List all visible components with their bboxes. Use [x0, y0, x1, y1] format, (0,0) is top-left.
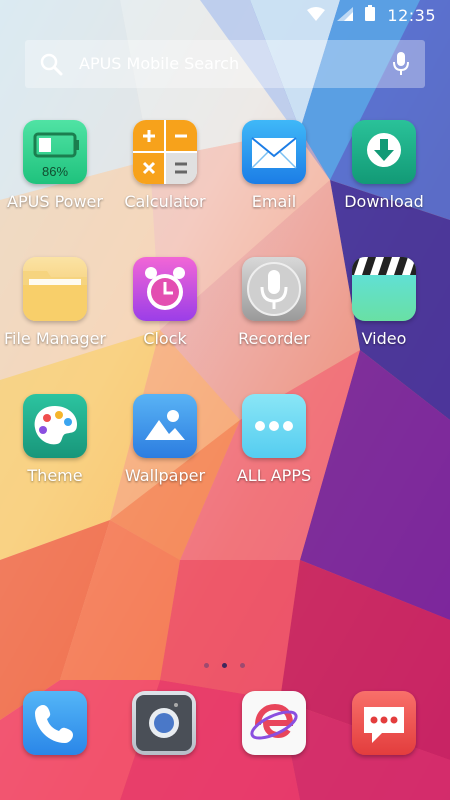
app-clock[interactable]: Clock	[110, 257, 220, 367]
app-calculator[interactable]: Calculator	[110, 120, 220, 230]
more-apps-icon	[242, 394, 306, 458]
app-wallpaper[interactable]: Wallpaper	[110, 394, 220, 504]
app-recorder[interactable]: Recorder	[219, 257, 329, 367]
phone-icon[interactable]	[23, 691, 87, 755]
signal-icon	[337, 6, 354, 25]
status-bar: 12:35	[0, 0, 450, 32]
folder-icon	[23, 257, 87, 321]
clapperboard-icon	[352, 257, 416, 321]
page-indicator	[200, 663, 250, 669]
app-video[interactable]: Video	[329, 257, 439, 367]
clock-time: 12:35	[387, 5, 436, 25]
battery-icon: 86%	[23, 120, 87, 184]
battery-icon	[365, 5, 376, 25]
app-label: ALL APPS	[236, 466, 312, 485]
microphone-icon[interactable]	[391, 51, 411, 81]
status-icons: 12:35	[307, 5, 436, 25]
alarm-clock-icon	[133, 257, 197, 321]
app-email[interactable]: Email	[219, 120, 329, 230]
battery-level: 86%	[42, 164, 68, 179]
message-icon[interactable]	[352, 691, 416, 755]
wifi-icon	[307, 6, 326, 25]
app-apus-power[interactable]: 86% APUS Power	[0, 120, 110, 230]
download-icon	[352, 120, 416, 184]
search-bar[interactable]: APUS Mobile Search	[25, 40, 425, 88]
page-dot[interactable]	[204, 663, 209, 668]
app-file-manager[interactable]: File Manager	[0, 257, 110, 367]
search-placeholder: APUS Mobile Search	[79, 54, 240, 73]
app-label: Video	[361, 329, 407, 348]
camera-icon[interactable]	[132, 691, 196, 755]
browser-icon[interactable]	[242, 691, 306, 755]
app-theme[interactable]: Theme	[0, 394, 110, 504]
page-dot-active[interactable]	[222, 663, 227, 668]
microphone-icon	[242, 257, 306, 321]
email-icon	[242, 120, 306, 184]
page-dot[interactable]	[240, 663, 245, 668]
palette-icon	[23, 394, 87, 458]
app-all-apps[interactable]: ALL APPS	[219, 394, 329, 504]
calculator-icon	[133, 120, 197, 184]
search-icon	[39, 52, 63, 80]
app-label: Download	[344, 192, 424, 211]
app-download[interactable]: Download	[329, 120, 439, 230]
image-icon	[133, 394, 197, 458]
